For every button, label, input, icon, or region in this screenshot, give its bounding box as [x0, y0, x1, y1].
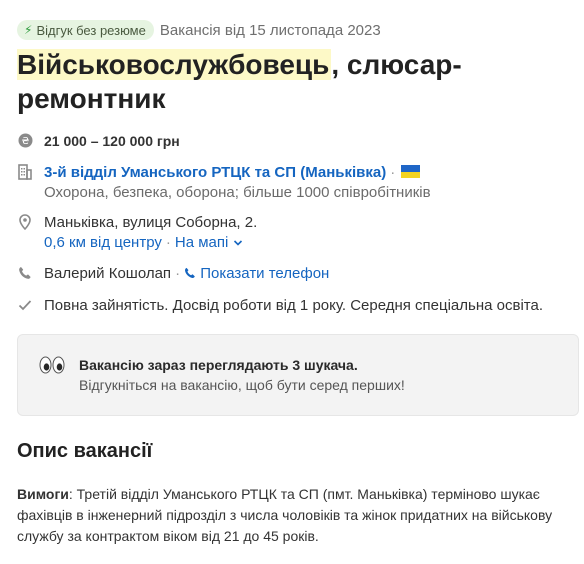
- map-link[interactable]: На мапі: [175, 234, 243, 251]
- svg-text:₴: ₴: [21, 136, 29, 147]
- phone-link-icon: [184, 265, 196, 282]
- separator-dot: ·: [175, 265, 181, 282]
- hryvnia-icon: ₴: [17, 131, 33, 149]
- salary-value: 21 000 – 120 000 грн: [44, 133, 180, 149]
- quick-apply-label: Відгук без резюме: [36, 22, 146, 38]
- description-heading: Опис вакансії: [17, 440, 153, 462]
- separator-dot: ·: [165, 234, 171, 251]
- check-icon: [17, 296, 33, 314]
- posted-date: Вакансія від 15 листопада 2023: [159, 21, 381, 39]
- show-phone-link[interactable]: Показати телефон: [184, 265, 329, 282]
- contact-row: Валерий Кошолап · Показати телефон: [17, 264, 329, 284]
- quick-apply-badge: ⚡ Відгук без резюме: [17, 20, 154, 40]
- company-link[interactable]: 3-й відділ Уманського РТЦК та СП (Манькі…: [44, 164, 386, 181]
- conditions-text: Повна зайнятість. Досвід роботи від 1 ро…: [44, 297, 543, 314]
- eyes-icon: [39, 355, 65, 381]
- phone-icon: [17, 264, 33, 282]
- notice-text: Відгукніться на вакансію, щоб бути серед…: [79, 377, 405, 393]
- company-info: Охорона, безпека, оборона; більше 1000 с…: [44, 184, 431, 201]
- title-highlight: Військовослужбовець: [17, 49, 332, 80]
- location-row: Маньківка, вулиця Соборна, 2. 0,6 км від…: [17, 213, 257, 253]
- location-pin-icon: [17, 213, 33, 231]
- viewers-notice: Вакансію зараз переглядають 3 шукача. Ві…: [17, 334, 579, 416]
- requirements-label: Вимоги: [17, 486, 69, 502]
- separator-dot: ·: [390, 164, 396, 181]
- vacancy-title: Військовослужбовець, слюсар-ремонтник: [17, 48, 577, 116]
- conditions-row: Повна зайнятість. Досвід роботи від 1 ро…: [17, 296, 543, 316]
- chevron-down-icon: [233, 234, 243, 251]
- vacancy-meta: ⚡ Відгук без резюме Вакансія від 15 лист…: [17, 20, 381, 40]
- notice-title: Вакансію зараз переглядають 3 шукача.: [79, 357, 358, 373]
- description-text: Вимоги: Третій відділ Уманського РТЦК та…: [17, 484, 579, 547]
- salary-row: ₴ 21 000 – 120 000 грн: [17, 131, 180, 151]
- building-icon: [17, 163, 33, 181]
- address-text: Маньківка, вулиця Соборна, 2.: [44, 214, 258, 231]
- requirements-text: : Третій відділ Уманського РТЦК та СП (п…: [17, 486, 553, 544]
- bolt-icon: ⚡: [24, 23, 33, 37]
- show-phone-label: Показати телефон: [200, 265, 330, 282]
- map-link-label: На мапі: [174, 234, 229, 251]
- distance-link[interactable]: 0,6 км від центру: [44, 234, 162, 251]
- contact-name: Валерий Кошолап: [44, 265, 172, 282]
- ukraine-flag-icon: [401, 165, 421, 178]
- company-row: 3-й відділ Уманського РТЦК та СП (Манькі…: [17, 163, 431, 203]
